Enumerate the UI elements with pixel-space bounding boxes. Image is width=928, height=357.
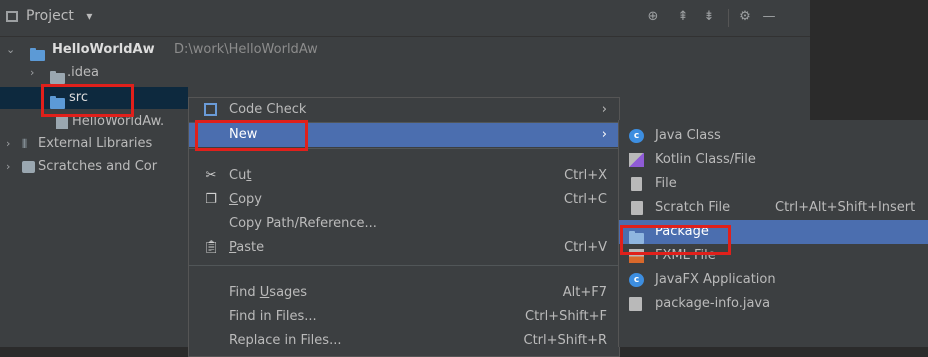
submenu-item-package[interactable]: Package: [619, 220, 928, 244]
kotlin-file-icon: [629, 153, 644, 167]
menu-separator: [189, 265, 619, 266]
project-window-icon: [6, 11, 18, 22]
clipboard-icon: 📋︎: [203, 240, 220, 255]
java-class-icon: c: [629, 129, 644, 143]
chevron-right-icon: ›: [6, 137, 11, 150]
scissors-icon: ✂: [205, 168, 217, 183]
project-path: D:\work\HelloWorldAw: [174, 42, 318, 57]
scratches-icon: [22, 161, 35, 173]
locate-icon[interactable]: ⊕: [646, 10, 660, 24]
fxml-file-icon: [629, 249, 644, 263]
file-icon: [631, 177, 642, 191]
collapse-all-icon[interactable]: ⇟: [702, 10, 716, 24]
menu-item-code-check[interactable]: Code Check ›: [189, 98, 619, 122]
chevron-down-icon: ⌄: [6, 43, 16, 56]
project-name: HelloWorldAw: [52, 42, 155, 57]
scratch-file-icon: [631, 201, 643, 215]
new-submenu: c Java Class Kotlin Class/File File Scra…: [618, 120, 928, 347]
menu-item-find-in-files[interactable]: Find in Files... Ctrl+Shift+F: [189, 305, 619, 329]
javafx-class-icon: c: [629, 273, 644, 287]
submenu-item-file[interactable]: File: [619, 172, 928, 196]
chevron-right-icon: ›: [6, 160, 11, 173]
submenu-item-javafx-app[interactable]: c JavaFX Application: [619, 268, 928, 292]
chevron-right-icon: ›: [601, 102, 607, 117]
tree-item-file[interactable]: HelloWorldAw.: [0, 111, 188, 133]
package-folder-icon: [629, 231, 644, 244]
library-icon: ⫴: [22, 137, 28, 151]
copy-icon: ❐: [205, 192, 217, 207]
source-folder-icon: [50, 96, 65, 109]
tree-item-external-libraries[interactable]: › ⫴ External Libraries: [0, 133, 188, 155]
context-menu: Code Check › New › ✂ Cut Ctrl+X ❐ Copy C…: [188, 97, 620, 357]
chevron-right-icon: ›: [30, 66, 35, 79]
expand-all-icon[interactable]: ⇞: [676, 10, 690, 24]
menu-item-copy-path[interactable]: Copy Path/Reference...: [189, 212, 619, 236]
chevron-right-icon: ›: [601, 127, 607, 142]
minimize-icon[interactable]: —: [762, 10, 776, 24]
chevron-down-icon: ▾: [86, 9, 93, 23]
tree-item-src[interactable]: src: [0, 87, 188, 109]
project-view-selector[interactable]: Project ▾: [26, 8, 92, 24]
menu-item-find-usages[interactable]: Find Usages Alt+F7: [189, 281, 619, 305]
menu-item-copy[interactable]: ❐ Copy Ctrl+C: [189, 188, 619, 212]
submenu-item-package-info[interactable]: package-info.java: [619, 292, 928, 316]
toolbar-divider: [728, 9, 729, 27]
menu-separator: [189, 148, 619, 149]
menu-item-replace-in-files[interactable]: Replace in Files... Ctrl+Shift+R: [189, 329, 619, 353]
submenu-item-fxml-file[interactable]: FXML File: [619, 244, 928, 268]
submenu-item-kotlin-class[interactable]: Kotlin Class/File: [619, 148, 928, 172]
menu-item-new[interactable]: New ›: [189, 123, 619, 147]
tree-item-idea[interactable]: › .idea: [0, 62, 190, 84]
file-icon: [56, 115, 68, 129]
menu-item-cut[interactable]: ✂ Cut Ctrl+X: [189, 164, 619, 188]
tree-item-project[interactable]: ⌄ HelloWorldAw D:\work\HelloWorldAw: [0, 39, 810, 61]
code-check-icon: [204, 103, 217, 116]
project-toolbar: Project ▾ ⊕ ⇞ ⇟ ⚙ —: [0, 0, 810, 37]
menu-item-paste[interactable]: 📋︎ Paste Ctrl+V: [189, 236, 619, 260]
folder-icon: [50, 71, 65, 84]
submenu-item-scratch-file[interactable]: Scratch File Ctrl+Alt+Shift+Insert: [619, 196, 928, 220]
package-info-icon: [629, 297, 642, 311]
submenu-item-java-class[interactable]: c Java Class: [619, 124, 928, 148]
tree-item-scratches[interactable]: › Scratches and Cor: [0, 156, 188, 178]
gear-icon[interactable]: ⚙: [738, 10, 752, 24]
project-folder-icon: [30, 48, 45, 61]
